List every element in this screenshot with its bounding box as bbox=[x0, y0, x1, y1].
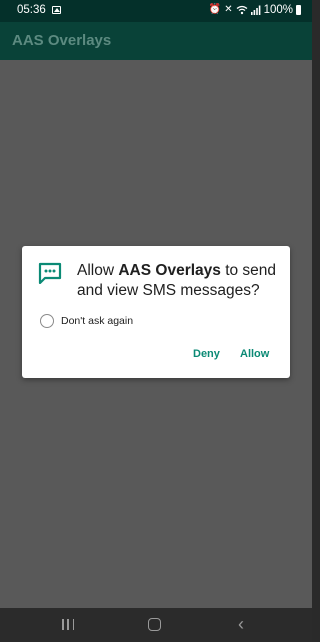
status-bar: 05:36 ⏰ ✕ 100% bbox=[0, 0, 312, 22]
battery-percent: 100% bbox=[263, 4, 293, 16]
dont-ask-again-label[interactable]: Don't ask again bbox=[61, 315, 133, 327]
message-app-name: AAS Overlays bbox=[118, 262, 221, 279]
allow-button[interactable]: Allow bbox=[240, 348, 269, 360]
dialog-message: Allow AAS Overlays to send and view SMS … bbox=[77, 261, 277, 300]
signal-icon bbox=[250, 5, 260, 15]
permission-dialog: Allow AAS Overlays to send and view SMS … bbox=[22, 246, 290, 378]
dont-ask-again-checkbox[interactable] bbox=[40, 314, 54, 328]
battery-icon bbox=[296, 5, 301, 15]
wifi-icon bbox=[236, 5, 247, 15]
alarm-icon: ⏰ bbox=[208, 4, 222, 15]
navigation-bar: ‹ bbox=[0, 608, 312, 642]
status-time: 05:36 bbox=[17, 4, 46, 16]
mute-icon: ✕ bbox=[224, 4, 233, 15]
back-icon[interactable]: ‹ bbox=[238, 615, 244, 633]
status-icons: ⏰ ✕ 100% bbox=[209, 4, 301, 16]
home-icon[interactable] bbox=[148, 618, 161, 631]
deny-button[interactable]: Deny bbox=[193, 348, 220, 360]
image-icon bbox=[52, 6, 61, 14]
recents-icon[interactable] bbox=[62, 619, 74, 631]
sms-icon bbox=[38, 262, 62, 284]
message-prefix: Allow bbox=[77, 262, 119, 279]
app-title: AAS Overlays bbox=[12, 32, 112, 49]
dont-ask-again-row[interactable]: Don't ask again bbox=[40, 314, 133, 328]
app-bar: AAS Overlays bbox=[0, 22, 312, 60]
